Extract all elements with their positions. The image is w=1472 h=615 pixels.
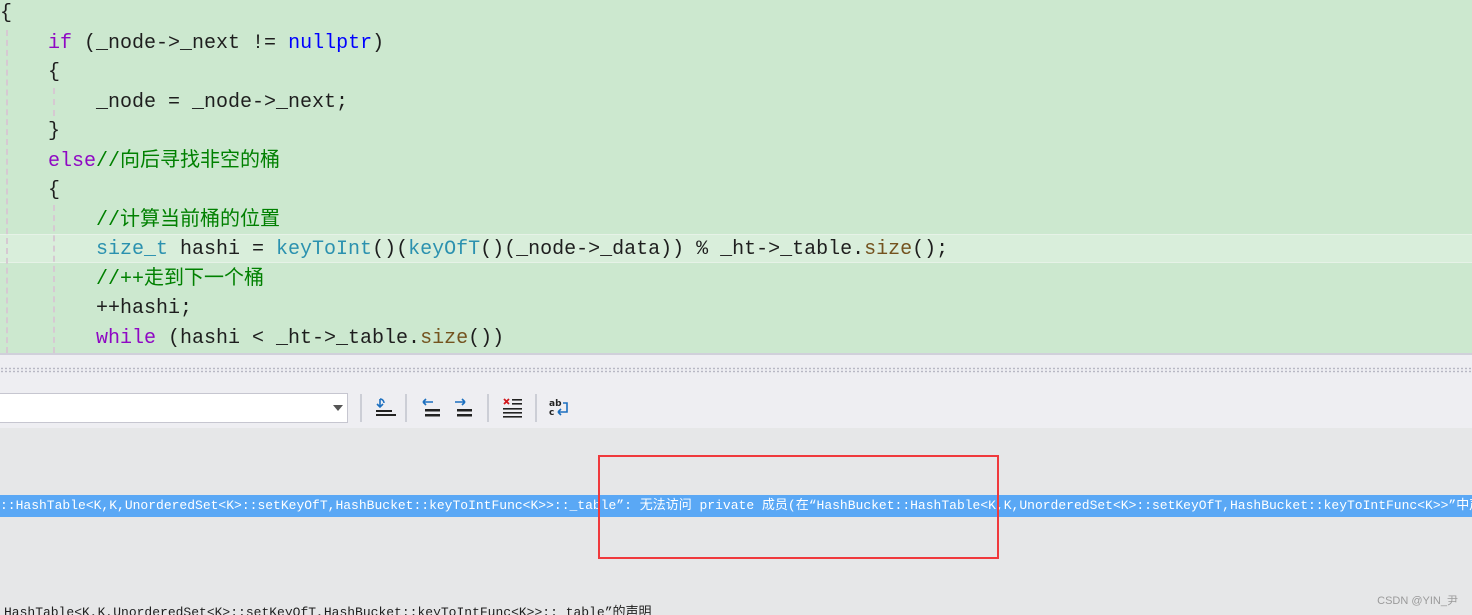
code-token: nullptr [288,31,373,55]
code-line: size_t hashi = keyToInt()(keyOfT()(_node… [96,235,948,264]
code-line: } [48,117,60,146]
go-to-line-icon[interactable] [370,394,398,422]
indent-guide [6,30,8,353]
code-line: //++走到下一个桶 [96,265,264,294]
panel-splitter[interactable] [0,353,1472,390]
output-line[interactable]: HashTable<K,K,UnorderedSet<K>::setKeyOfT… [4,602,652,615]
toolbar-divider [360,394,362,422]
code-token: if [48,31,73,55]
output-source-dropdown[interactable] [0,393,348,423]
annotation-box [598,455,999,559]
code-token: //计算当前桶的位置 [96,208,281,232]
code-line: else//向后寻找非空的桶 [48,147,280,176]
code-token: (hashi < _ht->_table. [156,326,421,350]
code-editor[interactable]: { if (_node->_next != nullptr) { _node = _no… [0,0,1472,353]
code-token: while [96,326,157,350]
code-token: else [48,149,97,173]
code-token: ) [372,31,385,55]
indent-guide [53,88,55,116]
indent-guide [53,205,55,353]
code-token: } [48,120,61,143]
code-token: ()(_node->_data)) % _ht->_table. [480,238,865,261]
code-token: _node = _node->_next; [96,90,349,114]
next-message-icon[interactable] [450,394,478,422]
splitter-grip[interactable] [0,367,1472,373]
toolbar-divider [487,394,489,422]
code-token: keyOfT [408,238,481,261]
code-token: keyToInt [276,238,373,261]
code-token: { [48,61,61,84]
svg-text:c: c [549,408,554,418]
code-line: _node = _node->_next; [96,88,348,117]
code-token: //向后寻找非空的桶 [96,149,281,173]
code-line: { [0,0,12,28]
code-token: (); [912,238,949,261]
clear-all-icon[interactable] [498,394,526,422]
code-token: (_node->_next != [84,31,289,55]
code-token: size [864,238,913,261]
code-line: if (_node->_next != nullptr) [48,29,384,58]
chevron-down-icon [333,405,343,411]
word-wrap-icon[interactable]: ab c [545,394,573,422]
code-line: { [48,58,60,87]
code-token: { [48,179,61,202]
code-line: //计算当前桶的位置 [96,206,280,235]
output-toolbar: ab c [0,390,1472,428]
toolbar-divider [535,394,537,422]
toolbar-divider [405,394,407,422]
code-line: while (hashi < _ht->_table.size()) [96,324,504,353]
code-token: { [0,2,13,25]
code-token: //++走到下一个桶 [96,267,265,291]
code-token: ++hashi; [96,297,193,320]
code-token: size [420,326,469,350]
code-token: size_t [96,238,169,261]
code-line: ++hashi; [96,294,192,323]
watermark: CSDN @YIN_尹 [1377,595,1458,607]
code-token: ()) [468,326,505,350]
code-token: ()( [372,238,409,261]
code-line: { [48,176,60,205]
code-token: hashi = [168,238,277,261]
previous-message-icon[interactable] [418,394,446,422]
